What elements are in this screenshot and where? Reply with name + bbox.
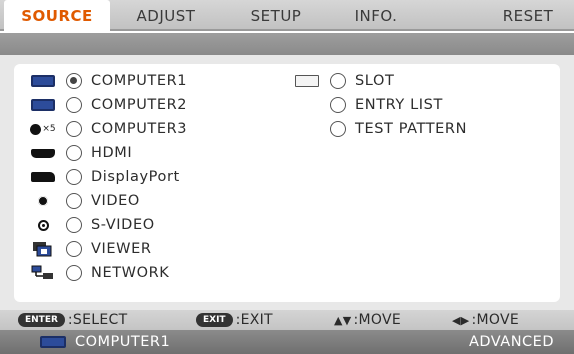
network-icon: [28, 262, 58, 284]
source-label: S-VIDEO: [91, 217, 155, 233]
vga-icon: [28, 70, 58, 92]
radio-unselected[interactable]: [330, 97, 346, 113]
vga-icon: [40, 336, 66, 348]
submenu-band: [0, 33, 574, 55]
radio-unselected[interactable]: [66, 97, 82, 113]
hdmi-icon: [28, 142, 58, 164]
tab-info[interactable]: INFO.: [336, 0, 416, 31]
video-icon: [28, 190, 58, 212]
tab-adjust[interactable]: ADJUST: [116, 0, 216, 31]
hint-move-horizontal-text: :MOVE: [471, 312, 520, 328]
hint-select: ENTER :SELECT: [18, 310, 127, 330]
source-slot[interactable]: SLOT: [292, 70, 394, 92]
displayport-icon: [28, 166, 58, 188]
slot-icon: [292, 70, 322, 92]
source-label: ENTRY LIST: [355, 97, 443, 113]
exit-key-badge: EXIT: [196, 313, 233, 327]
source-computer3[interactable]: ×5 COMPUTER3: [28, 118, 187, 140]
source-label: SLOT: [355, 73, 395, 89]
source-panel: COMPUTER1 COMPUTER2 ×5 COMPUTER3 HDMI Di…: [0, 55, 574, 310]
s-video-icon: [28, 214, 58, 236]
hint-move-vertical-text: :MOVE: [353, 312, 402, 328]
source-test-pattern[interactable]: TEST PATTERN: [292, 118, 467, 140]
source-label: COMPUTER1: [91, 73, 188, 89]
vga-icon: [28, 94, 58, 116]
up-down-arrows-icon: ▲▼: [334, 313, 352, 327]
enter-key-badge: ENTER: [18, 313, 65, 327]
radio-unselected[interactable]: [66, 121, 82, 137]
radio-unselected[interactable]: [66, 241, 82, 257]
source-label: COMPUTER2: [91, 97, 188, 113]
radio-unselected[interactable]: [66, 169, 82, 185]
source-label: DisplayPort: [91, 169, 180, 185]
source-displayport[interactable]: DisplayPort: [28, 166, 180, 188]
hint-exit: EXIT :EXIT: [196, 310, 273, 330]
radio-unselected[interactable]: [66, 193, 82, 209]
source-list: COMPUTER1 COMPUTER2 ×5 COMPUTER3 HDMI Di…: [14, 64, 560, 302]
source-label: VIEWER: [91, 241, 152, 257]
source-s-video[interactable]: S-VIDEO: [28, 214, 155, 236]
source-entry-list[interactable]: ENTRY LIST: [292, 94, 443, 116]
tab-setup[interactable]: SETUP: [226, 0, 326, 31]
key-hint-bar: ENTER :SELECT EXIT :EXIT ▲▼ :MOVE ◀▶ :MO…: [0, 310, 574, 330]
source-label: COMPUTER3: [91, 121, 188, 137]
left-right-arrows-icon: ◀▶: [452, 313, 470, 327]
radio-selected[interactable]: [66, 73, 82, 89]
source-computer2[interactable]: COMPUTER2: [28, 94, 187, 116]
source-label: TEST PATTERN: [355, 121, 468, 137]
radio-unselected[interactable]: [330, 121, 346, 137]
radio-unselected[interactable]: [66, 217, 82, 233]
menu-tab-bar: SOURCE ADJUST SETUP INFO. RESET: [0, 0, 574, 31]
source-label: HDMI: [91, 145, 133, 161]
radio-unselected[interactable]: [66, 145, 82, 161]
radio-unselected[interactable]: [330, 73, 346, 89]
source-network[interactable]: NETWORK: [28, 262, 169, 284]
current-source: COMPUTER1: [75, 334, 171, 350]
source-label: NETWORK: [91, 265, 170, 281]
source-video[interactable]: VIDEO: [28, 190, 140, 212]
radio-unselected[interactable]: [66, 265, 82, 281]
hint-move-vertical: ▲▼ :MOVE: [334, 310, 401, 330]
source-label: VIDEO: [91, 193, 140, 209]
menu-mode: ADVANCED: [468, 334, 554, 350]
hint-exit-text: :EXIT: [235, 312, 273, 328]
source-computer1[interactable]: COMPUTER1: [28, 70, 187, 92]
status-bar: COMPUTER1 ADVANCED: [0, 330, 574, 354]
tab-source[interactable]: SOURCE: [4, 0, 110, 31]
hint-select-text: :SELECT: [67, 312, 128, 328]
source-hdmi[interactable]: HDMI: [28, 142, 132, 164]
hint-move-horizontal: ◀▶ :MOVE: [452, 310, 519, 330]
bnc-x5-icon: ×5: [28, 118, 58, 140]
tab-reset[interactable]: RESET: [488, 0, 568, 31]
source-viewer[interactable]: VIEWER: [28, 238, 152, 260]
viewer-icon: [28, 238, 58, 260]
